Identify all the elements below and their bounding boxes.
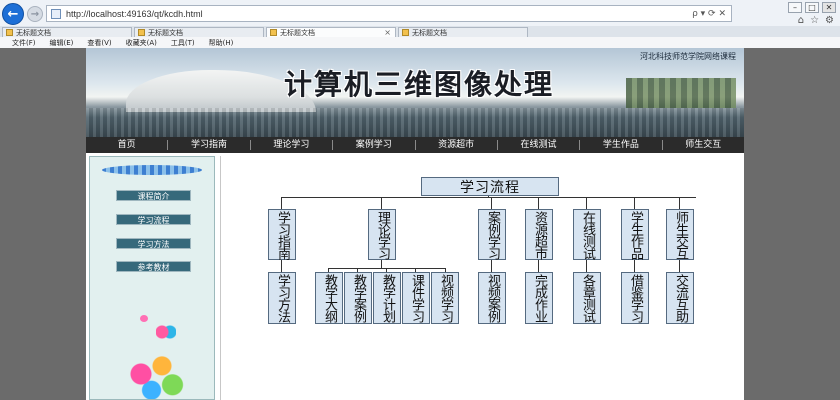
butterfly-small-icon [140, 315, 148, 322]
content-area: 课程简介 学习流程 学习方法 参考教材 学习流程 学习指南 理论学习 案例学习 … [86, 153, 744, 400]
minimize-icon[interactable]: – [788, 2, 802, 13]
maximize-icon[interactable]: □ [805, 2, 819, 13]
flow-node-online-test: 在线测试 [573, 209, 601, 260]
arrow-right-icon: → [30, 8, 40, 20]
nav-home[interactable]: 首页 [86, 140, 167, 150]
sidebar-item-flow[interactable]: 学习流程 [116, 214, 191, 225]
sidebar: 课程简介 学习流程 学习方法 参考教材 [89, 156, 215, 400]
page-icon [402, 29, 409, 36]
tab-label: 无标题文档 [412, 28, 447, 37]
tab-2[interactable]: 无标题文档 [134, 27, 264, 37]
flow-node-study-guide: 学习指南 [268, 209, 296, 260]
tab-label: 无标题文档 [148, 28, 183, 37]
connector-line [491, 197, 492, 209]
browser-chrome: ← → http://localhost:49163/qt/kcdh.html … [0, 0, 840, 48]
toolbar-icons: ⌂ ☆ ⚙ [798, 15, 834, 26]
address-tools-icons[interactable]: ρ ▾ ⟳ ✕ [692, 9, 731, 19]
site-title: 计算机三维图像处理 [284, 68, 555, 101]
connector-line [381, 197, 382, 209]
flowers-image [120, 347, 190, 399]
page-icon [6, 29, 13, 36]
flow-node-homework: 完成作业 [525, 272, 553, 324]
page-icon [138, 29, 145, 36]
tab-label: 无标题文档 [280, 28, 315, 37]
menu-help[interactable]: 帮助(H) [209, 38, 234, 48]
page-icon [51, 8, 61, 19]
tab-1[interactable]: 无标题文档 [2, 27, 132, 37]
connector-line [586, 197, 587, 209]
nav-interaction[interactable]: 师生交互 [661, 140, 744, 150]
flow-node-student-works: 学生作品 [621, 209, 649, 260]
flow-node-video-cases: 视频案例 [478, 272, 506, 324]
address-row: ← → http://localhost:49163/qt/kcdh.html … [0, 0, 840, 26]
connector-line [538, 260, 539, 272]
web-page: 河北科技师范学院网络课程 计算机三维图像处理 首页 学习指南 理论学习 案例学习… [86, 48, 744, 400]
connector-line [634, 197, 635, 209]
flow-node-courseware: 课件学习 [402, 272, 430, 324]
main-navbar: 首页 学习指南 理论学习 案例学习 资源超市 在线测试 学生作品 师生交互 [86, 137, 744, 153]
connector-line [679, 260, 680, 272]
flow-node-teaching-plan: 教学计划 [373, 272, 401, 324]
flow-node-syllabus: 教学大纲 [315, 272, 343, 324]
banner: 河北科技师范学院网络课程 计算机三维图像处理 [86, 48, 744, 137]
forward-button[interactable]: → [27, 6, 43, 22]
connector-line [381, 260, 382, 268]
nav-theory[interactable]: 理论学习 [249, 140, 332, 150]
flowchart-panel: 学习流程 学习指南 理论学习 案例学习 资源超市 在线测试 学生作品 师生交互 … [220, 156, 742, 400]
flow-title-box: 学习流程 [421, 177, 559, 196]
flow-node-video-study: 视频学习 [431, 272, 459, 324]
window-controls: – □ ✕ [788, 2, 836, 13]
tab-strip: 无标题文档 无标题文档 无标题文档 × 无标题文档 [0, 26, 840, 37]
connector-line [586, 260, 587, 272]
back-button[interactable]: ← [2, 3, 24, 25]
menu-edit[interactable]: 编辑(E) [50, 38, 74, 48]
page-icon [270, 29, 277, 36]
address-bar[interactable]: http://localhost:49163/qt/kcdh.html ρ ▾ … [46, 5, 732, 22]
flow-node-resources: 资源超市 [525, 209, 553, 260]
menu-file[interactable]: 文件(F) [12, 38, 36, 48]
menu-view[interactable]: 查看(V) [87, 38, 111, 48]
flow-node-reference-learning: 借鉴学习 [621, 272, 649, 324]
tab-3-active[interactable]: 无标题文档 × [266, 27, 396, 37]
url-text: http://localhost:49163/qt/kcdh.html [66, 8, 203, 19]
flow-node-teaching-cases: 教学案例 [344, 272, 372, 324]
flow-node-cases: 案例学习 [478, 209, 506, 260]
nav-resources[interactable]: 资源超市 [414, 140, 497, 150]
banner-trees-image [626, 78, 736, 108]
connector-line [491, 260, 492, 272]
menu-favorites[interactable]: 收藏夹(A) [126, 38, 157, 48]
flow-node-theory: 理论学习 [368, 209, 396, 260]
close-icon[interactable]: ✕ [822, 2, 836, 13]
sidebar-item-method[interactable]: 学习方法 [116, 238, 191, 249]
tab-label: 无标题文档 [16, 28, 51, 37]
flow-node-interaction: 师生交互 [666, 209, 694, 260]
gear-icon[interactable]: ⚙ [825, 15, 834, 26]
connector-line [281, 260, 282, 272]
home-icon[interactable]: ⌂ [798, 15, 804, 26]
menu-tools[interactable]: 工具(T) [171, 38, 195, 48]
arrow-left-icon: ← [7, 6, 19, 22]
flow-node-study-method: 学习方法 [268, 272, 296, 324]
connector-line [634, 260, 635, 272]
connector-line [328, 268, 446, 269]
butterfly-icon [156, 324, 176, 340]
flow-node-chapter-tests: 各章测试 [573, 272, 601, 324]
tab-4[interactable]: 无标题文档 [398, 27, 528, 37]
banner-water-reflection [86, 108, 744, 137]
nav-study-guide[interactable]: 学习指南 [167, 140, 249, 150]
connector-line [679, 197, 680, 209]
sidebar-item-textbooks[interactable]: 参考教材 [116, 261, 191, 272]
nav-cases[interactable]: 案例学习 [332, 140, 414, 150]
wave-decoration-icon [102, 165, 202, 175]
nav-online-test[interactable]: 在线测试 [496, 140, 579, 150]
close-tab-icon[interactable]: × [384, 28, 391, 37]
flow-node-mutual-help: 交流互助 [666, 272, 694, 324]
menu-bar: 文件(F) 编辑(E) 查看(V) 收藏夹(A) 工具(T) 帮助(H) [0, 37, 840, 48]
connector-line [281, 197, 282, 209]
nav-student-works[interactable]: 学生作品 [579, 140, 661, 150]
sidebar-item-intro[interactable]: 课程简介 [116, 190, 191, 201]
connector-line [538, 197, 539, 209]
star-icon[interactable]: ☆ [810, 15, 819, 26]
school-name: 河北科技师范学院网络课程 [640, 52, 736, 61]
